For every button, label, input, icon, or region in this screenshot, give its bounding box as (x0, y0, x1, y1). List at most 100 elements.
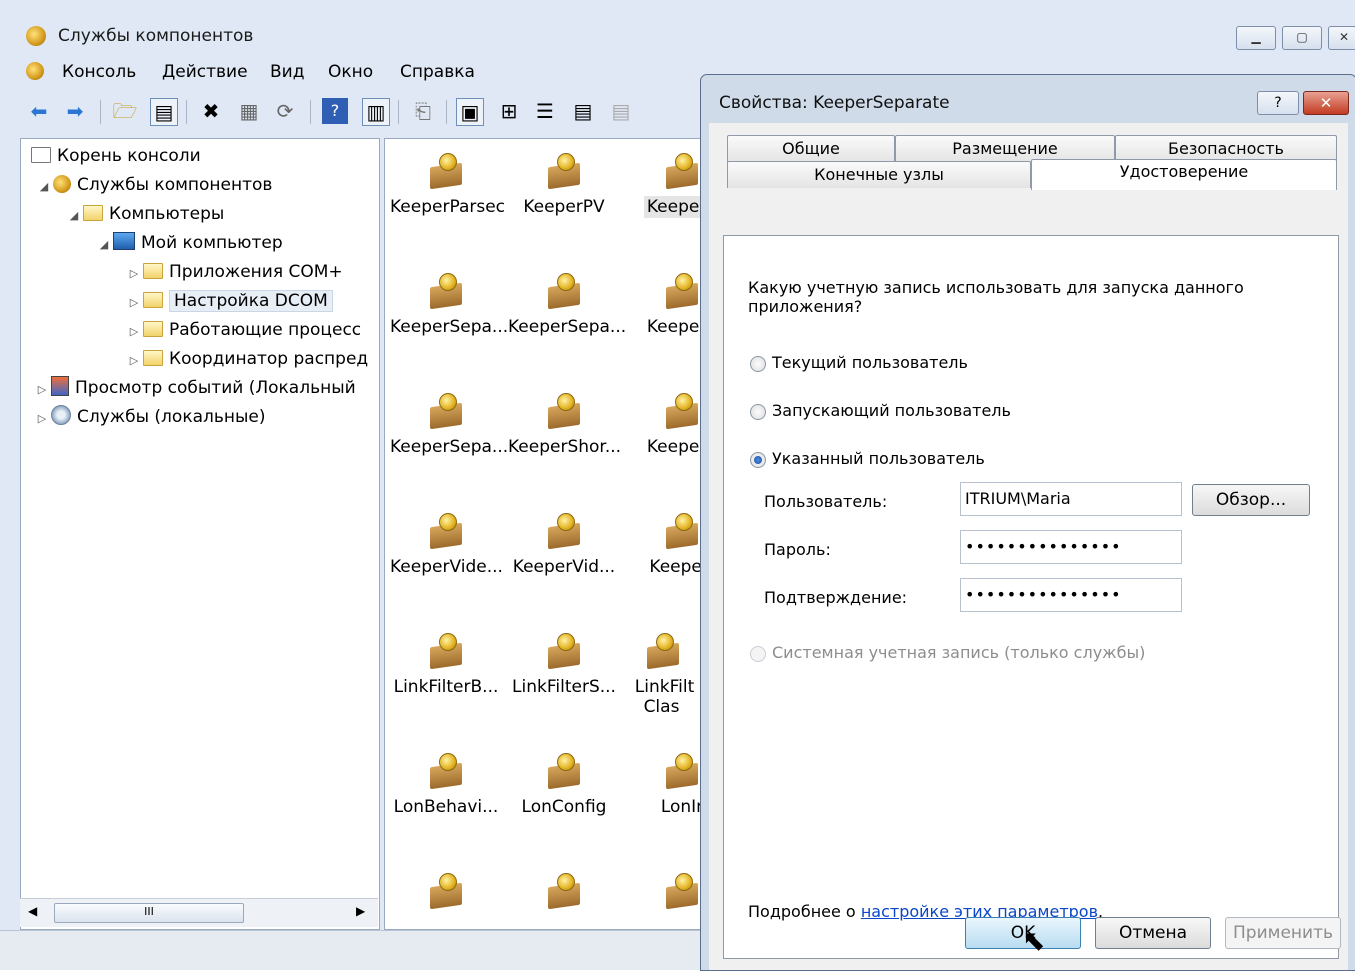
tree-label: Службы компонентов (77, 175, 273, 195)
folder-icon (143, 321, 163, 337)
menu-console[interactable]: Консоль (62, 62, 136, 82)
radio-current-user[interactable] (750, 356, 766, 372)
list-item[interactable]: KeeperSepa... (387, 391, 508, 457)
list-item[interactable]: KeeperVid... (505, 511, 623, 577)
menu-action[interactable]: Действие (162, 62, 248, 82)
show-hide-tree-icon[interactable]: ▤ (150, 98, 178, 126)
menu-view[interactable]: Вид (270, 62, 304, 82)
component-box-icon (544, 871, 584, 911)
component-box-icon (662, 271, 702, 311)
tree-label: Просмотр событий (Локальный (75, 378, 356, 398)
list-item[interactable]: LinkFilterB... (387, 631, 505, 697)
list-item[interactable]: LinkFilt Clas (623, 631, 703, 717)
scroll-right-icon[interactable]: ▶ (356, 904, 365, 918)
user-field[interactable]: ITRIUM\Maria (960, 482, 1182, 516)
details-view-icon[interactable]: ▤ (570, 98, 596, 124)
list-item[interactable]: KeeperVide... (387, 511, 505, 577)
refresh-icon[interactable]: ⟳ (272, 98, 298, 124)
properties-dialog: Свойства: KeeperSeparate ? ✕ Общие Разме… (700, 74, 1355, 971)
component-box-icon (544, 151, 584, 191)
delete-icon[interactable]: ✖ (198, 98, 224, 124)
component-box-icon (544, 271, 584, 311)
menu-window[interactable]: Окно (328, 62, 373, 82)
tree-coordinator[interactable]: ▷ Координатор распред (127, 346, 373, 372)
list-item[interactable] (505, 871, 623, 917)
password-label: Пароль: (764, 540, 831, 559)
minimize-button[interactable]: ▁ (1236, 26, 1276, 50)
list-item[interactable] (387, 871, 505, 917)
tree-services[interactable]: ▷ Службы (локальные) (35, 404, 266, 430)
tree-event-viewer[interactable]: ▷ Просмотр событий (Локальный (35, 375, 375, 401)
back-arrow-icon[interactable]: ⬅ (26, 98, 52, 124)
list-item[interactable]: KeeperSepa... (505, 271, 626, 337)
list-item[interactable]: Keeper\ (623, 511, 705, 577)
new-icon[interactable]: ⎗ (410, 98, 436, 124)
list-item[interactable]: KeeperS (623, 391, 705, 457)
tree-component-services[interactable]: ◢ Службы компонентов (37, 172, 272, 198)
list-view-icon[interactable]: ☰ (532, 98, 558, 124)
list-item[interactable]: LonConfig (505, 751, 623, 817)
scrollbar-thumb[interactable]: III (54, 903, 244, 923)
radio-system-account (750, 646, 766, 662)
collapsed-arrow-icon[interactable]: ▷ (127, 348, 141, 372)
list-item[interactable]: KeeperPV (505, 151, 623, 217)
tab-identity[interactable]: Удостоверение (1031, 159, 1337, 190)
collapsed-arrow-icon[interactable]: ▷ (127, 261, 141, 285)
up-folder-icon[interactable]: 🗁 (112, 98, 138, 124)
tree-com-apps[interactable]: ▷ Приложения COM+ (127, 259, 343, 285)
radio-specified-user[interactable] (750, 452, 766, 468)
list-item[interactable]: LonBehavi... (387, 751, 505, 817)
large-icons-view-icon[interactable]: ▣ (456, 98, 484, 126)
forward-arrow-icon[interactable]: ➡ (62, 98, 88, 124)
tree-label: Компьютеры (109, 204, 225, 224)
list-item[interactable]: KeeperParsec (387, 151, 505, 217)
tree-running-processes[interactable]: ▷ Работающие процесс (127, 317, 373, 343)
tree-computers[interactable]: ◢ Компьютеры (67, 201, 225, 227)
help-button[interactable]: ? (1257, 91, 1299, 115)
list-item[interactable]: KeeperS (623, 151, 705, 218)
list-item[interactable]: LinkFilterS... (505, 631, 623, 697)
menu-help[interactable]: Справка (400, 62, 475, 82)
list-item[interactable]: KeeperShor... (505, 391, 623, 457)
scroll-left-icon[interactable]: ◀ (28, 904, 37, 918)
close-button[interactable]: ✕ (1328, 26, 1355, 50)
tree-my-computer[interactable]: ◢ Мой компьютер (97, 230, 283, 256)
status-bar (0, 930, 700, 970)
dialog-close-button[interactable]: ✕ (1303, 91, 1349, 115)
component-box-icon (544, 391, 584, 431)
password-field[interactable]: ••••••••••••••• (960, 530, 1182, 564)
tree-root[interactable]: Корень консоли (29, 143, 201, 169)
collapsed-arrow-icon[interactable]: ▷ (35, 377, 49, 401)
tab-general[interactable]: Общие (727, 135, 895, 162)
radio-launching-user[interactable] (750, 404, 766, 420)
horizontal-scrollbar[interactable]: ◀ III ▶ (20, 898, 378, 927)
expanded-arrow-icon[interactable]: ◢ (67, 203, 81, 227)
collapsed-arrow-icon[interactable]: ▷ (127, 319, 141, 343)
component-box-icon (426, 631, 466, 671)
tree-dcom-config[interactable]: ▷ Настройка DCOM (127, 288, 333, 314)
component-box-icon (662, 151, 702, 191)
tab-security[interactable]: Безопасность (1115, 135, 1337, 162)
tree-label: Приложения COM+ (169, 262, 343, 282)
small-icons-view-icon[interactable]: ⊞ (496, 98, 522, 124)
browse-button[interactable]: Обзор... (1192, 484, 1310, 516)
maximize-button[interactable]: ▢ (1282, 26, 1322, 50)
list-item[interactable]: KeeperS (623, 271, 705, 337)
tab-location[interactable]: Размещение (895, 135, 1115, 162)
expanded-arrow-icon[interactable]: ◢ (37, 174, 51, 198)
list-item[interactable]: KeeperSepa... (387, 271, 508, 337)
collapsed-arrow-icon[interactable]: ▷ (35, 406, 49, 430)
confirm-field[interactable]: ••••••••••••••• (960, 578, 1182, 612)
console-menu-icon[interactable] (26, 62, 44, 80)
tab-endpoints[interactable]: Конечные узлы (727, 161, 1031, 188)
component-box-icon (662, 391, 702, 431)
help-icon[interactable]: ? (322, 98, 348, 124)
action-pane-icon[interactable]: ▥ (362, 98, 390, 126)
expanded-arrow-icon[interactable]: ◢ (97, 232, 111, 256)
list-item[interactable]: LonIr (623, 751, 705, 817)
properties-icon[interactable]: ▦ (236, 98, 262, 124)
cancel-button[interactable]: Отмена (1095, 917, 1211, 949)
list-item[interactable] (623, 871, 705, 917)
component-box-icon (426, 511, 466, 551)
collapsed-arrow-icon[interactable]: ▷ (127, 290, 141, 314)
